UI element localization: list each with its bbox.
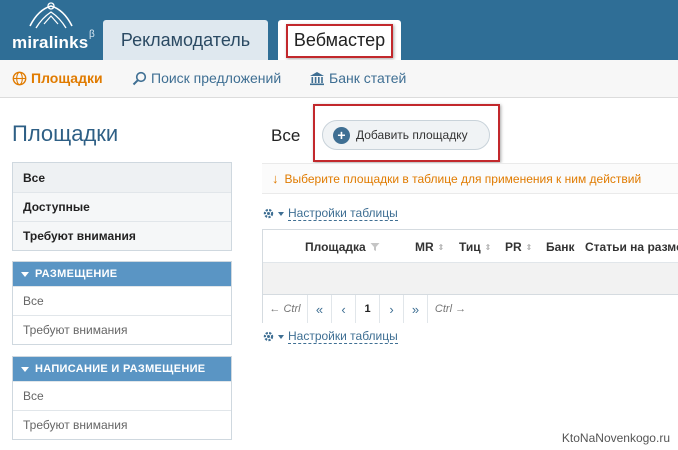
sort-icon: ⇕ (525, 242, 533, 252)
sites-table: Площадка MR ⇕ Тиц ⇕ PR ⇕ Банк Статьи на … (262, 229, 678, 323)
writing-item-attention[interactable]: Требуют внимания (13, 410, 231, 439)
table-empty-row (263, 263, 678, 294)
column-bank[interactable]: Банк (546, 240, 575, 254)
subnav-item-search-offers[interactable]: Поиск предложений (132, 70, 281, 86)
logo-emblem-icon (29, 2, 73, 29)
table-settings-label: Настройки таблицы (288, 206, 398, 221)
subnav-item-sites[interactable]: Площадки (12, 70, 103, 86)
table-settings-bottom[interactable]: Настройки таблицы (262, 329, 398, 344)
next-page-button[interactable]: › (379, 295, 403, 323)
globe-icon (12, 71, 27, 85)
table-header: Площадка MR ⇕ Тиц ⇕ PR ⇕ Банк Статьи на … (263, 230, 678, 263)
writing-item-all[interactable]: Все (13, 381, 231, 410)
filter-icon (370, 243, 380, 251)
top-header: miralinks β Рекламодатель Вебмастер (0, 0, 678, 60)
column-pr-label: PR (505, 240, 522, 254)
column-mr-label: MR (415, 240, 434, 254)
table-settings-label: Настройки таблицы (288, 329, 398, 344)
gear-icon (263, 331, 274, 342)
notice-text: Выберите площадки в таблице для применен… (284, 171, 642, 186)
placement-item-all[interactable]: Все (13, 286, 231, 315)
first-page-button[interactable]: « (307, 295, 331, 323)
chevron-down-icon (278, 211, 284, 216)
column-tic[interactable]: Тиц ⇕ (459, 240, 491, 254)
column-articles-label: Статьи на разме (585, 240, 678, 254)
next-ctrl-hint: Ctrl → (427, 295, 473, 323)
sidebar-section-placement: РАЗМЕЩЕНИЕ Все Требуют внимания (12, 261, 232, 345)
column-tic-label: Тиц (459, 240, 481, 254)
beta-mark: β (89, 29, 95, 40)
sidebar-item-all[interactable]: Все (13, 163, 231, 192)
selection-notice: ↓ Выберите площадки в таблице для примен… (262, 163, 678, 194)
pagination: ← Ctrl « ‹ 1 › » Ctrl → (263, 294, 678, 323)
sort-icon: ⇕ (437, 242, 445, 252)
section-header-writing[interactable]: НАПИСАНИЕ И РАЗМЕЩЕНИЕ (13, 357, 231, 381)
sort-icon: ⇕ (484, 242, 492, 252)
current-page[interactable]: 1 (355, 295, 379, 323)
arrow-down-icon: ↓ (272, 171, 279, 186)
highlight-frame (286, 24, 393, 58)
tab-webmaster[interactable]: Вебмастер (278, 20, 401, 60)
last-page-button[interactable]: » (403, 295, 427, 323)
column-site[interactable]: Площадка (305, 240, 380, 254)
prev-page-button[interactable]: ‹ (331, 295, 355, 323)
column-articles[interactable]: Статьи на разме (585, 240, 678, 254)
add-site-label: Добавить площадку (356, 128, 468, 142)
subnav-search-label: Поиск предложений (151, 70, 282, 86)
column-site-label: Площадка (305, 240, 366, 254)
collapse-triangle-icon (21, 271, 29, 277)
bank-icon (310, 71, 324, 85)
page-title: Площадки (12, 121, 119, 146)
sub-navigation: Площадки Поиск предложений Банк статей (0, 60, 678, 98)
sidebar-section-writing: НАПИСАНИЕ И РАЗМЕЩЕНИЕ Все Требуют внима… (12, 356, 232, 440)
magnifier-icon (132, 71, 147, 85)
subnav-sites-label: Площадки (31, 70, 103, 86)
tab-advertiser-label: Рекламодатель (120, 29, 251, 50)
subnav-bank-label: Банк статей (329, 70, 407, 86)
tab-advertiser[interactable]: Рекламодатель (103, 20, 268, 60)
plus-icon: + (333, 126, 350, 144)
section-title-placement: РАЗМЕЩЕНИЕ (35, 268, 118, 280)
column-mr[interactable]: MR ⇕ (415, 240, 444, 254)
sidebar-item-attention[interactable]: Требуют внимания (13, 221, 231, 250)
column-bank-label: Банк (546, 240, 575, 254)
add-site-button[interactable]: + Добавить площадку (322, 120, 490, 150)
section-header-placement[interactable]: РАЗМЕЩЕНИЕ (13, 262, 231, 286)
sidebar-filter-main: Все Доступные Требуют внимания (12, 162, 232, 251)
subnav-item-article-bank[interactable]: Банк статей (309, 70, 406, 86)
chevron-down-icon (278, 334, 284, 339)
brand-name: miralinks (12, 33, 89, 52)
gear-icon (263, 208, 274, 219)
placement-item-attention[interactable]: Требуют внимания (13, 315, 231, 344)
watermark: KtoNaNovenkogo.ru (561, 431, 670, 445)
sidebar-item-available[interactable]: Доступные (13, 192, 231, 221)
table-settings-top[interactable]: Настройки таблицы (262, 206, 398, 221)
collapse-triangle-icon (21, 366, 29, 372)
content-title: Все (271, 126, 301, 145)
prev-ctrl-hint: ← Ctrl (269, 303, 301, 315)
miralinks-logo[interactable]: miralinks β (10, 0, 100, 58)
column-pr[interactable]: PR ⇕ (505, 240, 532, 254)
section-title-writing: НАПИСАНИЕ И РАЗМЕЩЕНИЕ (35, 363, 206, 375)
